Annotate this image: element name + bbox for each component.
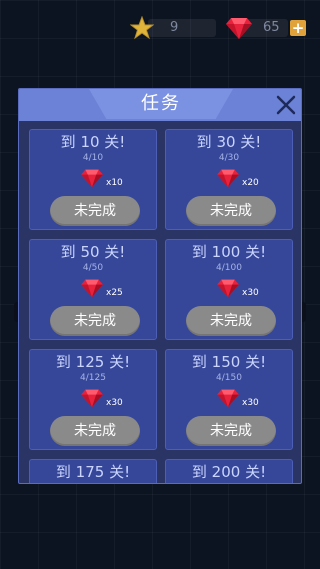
task-card: 到 175 关! bbox=[29, 459, 157, 483]
task-progress: 4/125 bbox=[80, 373, 106, 383]
task-grid[interactable]: 到 10 关! 4/10 x10 未完成 到 30 关! 4/30 x20 未完… bbox=[27, 129, 295, 483]
task-title: 到 50 关! bbox=[60, 243, 126, 261]
gem-icon bbox=[217, 169, 239, 188]
stars-counter: 9 bbox=[148, 19, 216, 37]
reward-count: x30 bbox=[106, 398, 123, 408]
reward-count: x25 bbox=[106, 288, 123, 298]
task-card: 到 30 关! 4/30 x20 未完成 bbox=[165, 129, 293, 230]
top-status-bar: 9 65 + bbox=[0, 14, 320, 42]
tasks-modal: 任务 到 10 关! 4/10 x10 未完成 到 30 关! 4/30 x20… bbox=[18, 88, 302, 484]
close-icon[interactable] bbox=[275, 94, 297, 116]
task-progress: 4/30 bbox=[218, 153, 240, 163]
star-icon bbox=[130, 16, 154, 40]
task-title: 到 150 关! bbox=[191, 353, 267, 371]
incomplete-button[interactable]: 未完成 bbox=[50, 196, 140, 226]
task-card: 到 125 关! 4/125 x30 未完成 bbox=[29, 349, 157, 450]
task-card: 到 200 关! bbox=[165, 459, 293, 483]
incomplete-button[interactable]: 未完成 bbox=[50, 306, 140, 336]
task-card: 到 10 关! 4/10 x10 未完成 bbox=[29, 129, 157, 230]
task-progress: 4/100 bbox=[216, 263, 242, 273]
reward-count: x30 bbox=[242, 398, 259, 408]
task-title: 到 125 关! bbox=[55, 353, 131, 371]
reward-count: x20 bbox=[242, 178, 259, 188]
gem-icon bbox=[81, 389, 103, 408]
task-title: 到 200 关! bbox=[191, 463, 267, 481]
reward-count: x30 bbox=[242, 288, 259, 298]
task-card: 到 100 关! 4/100 x30 未完成 bbox=[165, 239, 293, 340]
task-title: 到 100 关! bbox=[191, 243, 267, 261]
task-progress: 4/10 bbox=[82, 153, 104, 163]
task-progress: 4/150 bbox=[216, 373, 242, 383]
task-card: 到 50 关! 4/50 x25 未完成 bbox=[29, 239, 157, 340]
incomplete-button[interactable]: 未完成 bbox=[186, 416, 276, 446]
add-gems-button[interactable]: + bbox=[290, 20, 306, 36]
gem-icon bbox=[217, 279, 239, 298]
gem-icon bbox=[226, 18, 252, 39]
task-title: 到 10 关! bbox=[60, 133, 126, 151]
task-card: 到 150 关! 4/150 x30 未完成 bbox=[165, 349, 293, 450]
reward-count: x10 bbox=[106, 178, 123, 188]
gem-icon bbox=[217, 389, 239, 408]
task-title: 到 175 关! bbox=[55, 463, 131, 481]
gem-icon bbox=[81, 169, 103, 188]
gem-icon bbox=[81, 279, 103, 298]
task-progress: 4/50 bbox=[82, 263, 104, 273]
task-title: 到 30 关! bbox=[196, 133, 262, 151]
incomplete-button[interactable]: 未完成 bbox=[50, 416, 140, 446]
modal-header: 任务 bbox=[19, 89, 301, 121]
incomplete-button[interactable]: 未完成 bbox=[186, 196, 276, 226]
modal-title: 任务 bbox=[141, 93, 181, 114]
incomplete-button[interactable]: 未完成 bbox=[186, 306, 276, 336]
